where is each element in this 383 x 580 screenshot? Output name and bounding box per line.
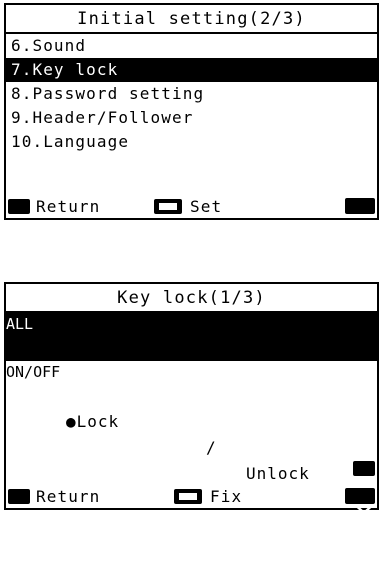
left-right-button[interactable] xyxy=(353,458,375,512)
return-button[interactable]: Return xyxy=(8,486,101,539)
screen-title: Key lock(1/3) xyxy=(6,284,377,313)
up-down-button[interactable] xyxy=(345,196,375,251)
set-label: Set xyxy=(190,196,223,216)
unlock-option-on-off[interactable]: Unlock xyxy=(246,461,310,487)
return-label: Return xyxy=(36,196,101,216)
set-button-icon xyxy=(174,488,202,504)
up-down-arrows-icon xyxy=(345,488,375,541)
set-button-icon xyxy=(154,198,182,214)
up-down-button[interactable] xyxy=(345,486,375,541)
option-separator: / xyxy=(206,438,217,457)
option-row-on-off: ●Lock / Unlock xyxy=(6,383,377,483)
menu-item-sound[interactable]: 6.Sound xyxy=(6,34,377,58)
menu-item-header-follower[interactable]: 9.Header/Follower xyxy=(6,106,377,130)
unlock-option-all[interactable]: Unlock xyxy=(246,413,310,439)
menu-item-key-lock[interactable]: 7.Key lock xyxy=(6,58,377,82)
section-heading-all: ALL xyxy=(6,313,377,335)
menu-item-password-setting[interactable]: 8.Password setting xyxy=(6,82,377,106)
initial-setting-screen: Initial setting(2/3) 6.Sound 7.Key lock … xyxy=(4,3,379,251)
left-right-arrows-icon xyxy=(353,460,375,512)
return-button[interactable]: Return xyxy=(8,196,101,249)
fix-button[interactable]: Fix xyxy=(174,486,242,506)
screen-title: Initial setting(2/3) xyxy=(6,5,377,34)
set-button[interactable]: Set xyxy=(154,196,222,216)
menu-item-language[interactable]: 10.Language xyxy=(6,130,377,154)
footer-bar: Return Set xyxy=(6,196,377,251)
key-lock-screen: Key lock(1/3) ALL ●Lock / Unlock ON/OFF … xyxy=(4,282,379,541)
fix-label: Fix xyxy=(210,486,243,506)
return-arrow-icon xyxy=(8,198,30,249)
lock-option-on-off[interactable]: ●Lock xyxy=(66,409,119,435)
section-all: ALL ●Lock / Unlock xyxy=(6,313,377,435)
return-arrow-icon xyxy=(8,488,30,539)
return-label: Return xyxy=(36,486,101,506)
menu-list: 6.Sound 7.Key lock 8.Password setting 9.… xyxy=(6,34,377,154)
up-down-arrows-icon xyxy=(345,198,375,251)
footer-bar: Return Fix xyxy=(6,486,377,541)
option-row-all: ●Lock / Unlock xyxy=(6,335,377,435)
